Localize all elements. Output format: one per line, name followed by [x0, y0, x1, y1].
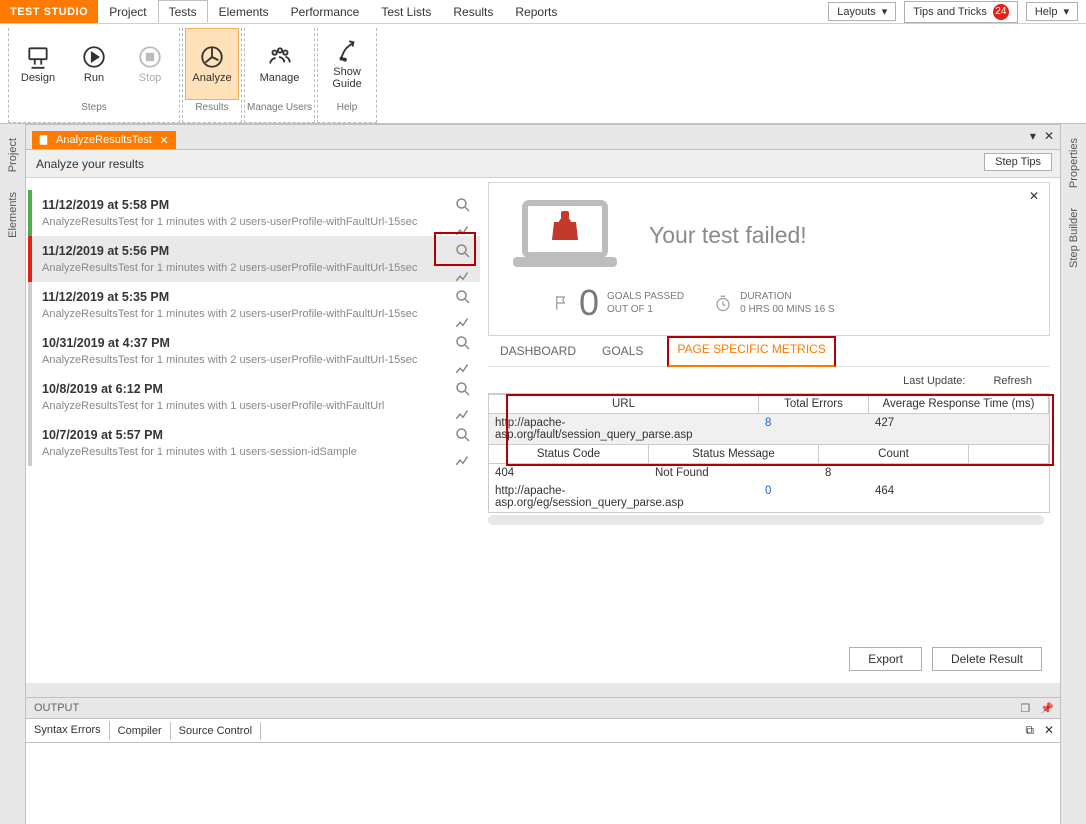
dock-project[interactable]: Project	[7, 138, 19, 172]
run-title: 10/31/2019 at 4:37 PM	[42, 336, 474, 350]
run-title: 11/12/2019 at 5:58 PM	[42, 198, 474, 212]
clock-icon	[714, 292, 732, 314]
magnify-icon[interactable]	[454, 380, 472, 398]
errors-link[interactable]: 8	[759, 414, 869, 444]
menu-testlists[interactable]: Test Lists	[370, 0, 442, 23]
laptop-fail-icon	[505, 195, 625, 275]
menubar: TEST STUDIO Project Tests Elements Perfo…	[0, 0, 1086, 24]
run-title: 11/12/2019 at 5:56 PM	[42, 244, 474, 258]
tab-dashboard[interactable]: DASHBOARD	[498, 336, 578, 366]
run-desc: AnalyzeResultsTest for 1 minutes with 2 …	[42, 308, 474, 320]
menu-project[interactable]: Project	[98, 0, 157, 23]
clear-icon[interactable]: ✕	[1044, 723, 1054, 738]
run-item[interactable]: 10/8/2019 at 6:12 PM AnalyzeResultsTest f…	[28, 374, 480, 420]
output-tab-compiler[interactable]: Compiler	[109, 722, 171, 740]
show-guide-button[interactable]: Show Guide	[320, 28, 374, 100]
last-update-label: Last Update:	[903, 375, 965, 387]
run-button[interactable]: Run	[67, 28, 121, 100]
pin-icon[interactable]: 📌	[1040, 702, 1054, 715]
runs-list: 11/12/2019 at 5:58 PM AnalyzeResultsTest …	[26, 178, 480, 683]
run-title: 10/8/2019 at 6:12 PM	[42, 382, 474, 396]
run-desc: AnalyzeResultsTest for 1 minutes with 2 …	[42, 354, 474, 366]
run-desc: AnalyzeResultsTest for 1 minutes with 2 …	[42, 216, 474, 228]
close-tab-icon[interactable]: ✕	[158, 134, 170, 146]
goals-passed-value: 0	[579, 285, 599, 321]
left-dock: Project Elements	[0, 124, 26, 824]
menu-reports[interactable]: Reports	[504, 0, 568, 23]
magnify-icon[interactable]	[454, 196, 472, 214]
magnify-icon[interactable]	[454, 288, 472, 306]
run-item[interactable]: 10/7/2019 at 5:57 PM AnalyzeResultsTest f…	[28, 420, 480, 466]
delete-result-button[interactable]: Delete Result	[932, 647, 1042, 671]
chevron-down-icon: ▾	[1063, 5, 1069, 18]
errors-link[interactable]: 0	[759, 482, 869, 512]
run-item[interactable]: 11/12/2019 at 5:56 PM AnalyzeResultsTest …	[28, 236, 480, 282]
status-card: Your test failed! ✕ 0 GOALS PASSEDOUT OF…	[488, 182, 1050, 336]
dock-properties[interactable]: Properties	[1068, 138, 1080, 188]
magnify-icon[interactable]	[454, 426, 472, 444]
close-all-icon[interactable]: ✕	[1044, 129, 1054, 143]
document-tabs: AnalyzeResultsTest ✕ ▾ ✕	[26, 124, 1060, 150]
tips-button[interactable]: Tips and Tricks24	[904, 1, 1018, 23]
table-row[interactable]: http://apache-asp.org/eg/session_query_p…	[489, 482, 1049, 512]
status-title: Your test failed!	[649, 222, 1033, 249]
menu-elements[interactable]: Elements	[208, 0, 280, 23]
file-tab[interactable]: AnalyzeResultsTest ✕	[32, 131, 176, 149]
h-scrollbar[interactable]	[488, 515, 1044, 525]
magnify-icon[interactable]	[454, 242, 472, 260]
run-desc: AnalyzeResultsTest for 1 minutes with 2 …	[42, 262, 474, 274]
menu-tests[interactable]: Tests	[158, 0, 208, 23]
refresh-link[interactable]: Refresh	[993, 375, 1032, 387]
run-title: 11/12/2019 at 5:35 PM	[42, 290, 474, 304]
tips-badge: 24	[993, 4, 1009, 20]
dock-elements[interactable]: Elements	[7, 192, 19, 238]
run-item[interactable]: 11/12/2019 at 5:58 PM AnalyzeResultsTest …	[28, 190, 480, 236]
output-title: OUTPUT	[34, 702, 79, 714]
run-desc: AnalyzeResultsTest for 1 minutes with 1 …	[42, 400, 474, 412]
menu-performance[interactable]: Performance	[280, 0, 371, 23]
close-status-icon[interactable]: ✕	[1029, 189, 1039, 203]
metrics-table: URL Total Errors Average Response Time (…	[488, 393, 1050, 513]
stop-button: Stop	[123, 28, 177, 100]
tab-goals[interactable]: GOALS	[600, 336, 645, 366]
right-dock: Properties Step Builder	[1060, 124, 1086, 824]
runs-scrollbar[interactable]	[32, 683, 472, 693]
col-errors[interactable]: Total Errors	[759, 394, 869, 414]
trend-icon[interactable]	[454, 452, 472, 470]
duration-value: 0 HRS 00 MINS 16 S	[740, 303, 834, 316]
dock-step-builder[interactable]: Step Builder	[1068, 208, 1080, 268]
tab-options-icon[interactable]: ▾	[1030, 129, 1036, 143]
chevron-down-icon: ▾	[882, 5, 888, 18]
run-title: 10/7/2019 at 5:57 PM	[42, 428, 474, 442]
output-tab-syntax[interactable]: Syntax Errors	[25, 721, 110, 740]
tab-page-metrics[interactable]: PAGE SPECIFIC METRICS	[667, 336, 835, 367]
help-dropdown[interactable]: Help▾	[1026, 2, 1078, 21]
flag-icon	[553, 292, 571, 314]
page-subtitle: Analyze your results	[36, 157, 144, 171]
metric-tabs: DASHBOARD GOALS PAGE SPECIFIC METRICS	[488, 336, 1050, 367]
run-item[interactable]: 10/31/2019 at 4:37 PM AnalyzeResultsTest …	[28, 328, 480, 374]
magnify-icon[interactable]	[454, 334, 472, 352]
col-url[interactable]: URL	[489, 394, 759, 414]
window-icon[interactable]: ❐	[1020, 702, 1030, 715]
ribbon: Design Run Stop Steps Analyze Results Ma…	[0, 24, 1086, 124]
run-item[interactable]: 11/12/2019 at 5:35 PM AnalyzeResultsTest …	[28, 282, 480, 328]
document-icon	[38, 134, 50, 146]
export-button[interactable]: Export	[849, 647, 922, 671]
layouts-dropdown[interactable]: Layouts▾	[828, 2, 896, 21]
design-button[interactable]: Design	[11, 28, 65, 100]
copy-icon[interactable]: ⧉	[1025, 723, 1034, 738]
output-tab-source[interactable]: Source Control	[170, 722, 261, 740]
brand: TEST STUDIO	[0, 0, 98, 23]
menu-results[interactable]: Results	[442, 0, 504, 23]
table-row[interactable]: http://apache-asp.org/fault/session_quer…	[489, 414, 1049, 444]
sub-row: 404 Not Found 8	[489, 464, 1049, 482]
col-avg[interactable]: Average Response Time (ms)	[869, 394, 1049, 414]
run-desc: AnalyzeResultsTest for 1 minutes with 1 …	[42, 446, 474, 458]
output-panel: OUTPUT ❐ 📌 Syntax Errors Compiler Source…	[26, 697, 1060, 824]
analyze-button[interactable]: Analyze	[185, 28, 239, 100]
step-tips-button[interactable]: Step Tips	[984, 153, 1052, 171]
manage-users-button[interactable]: Manage	[253, 28, 307, 100]
